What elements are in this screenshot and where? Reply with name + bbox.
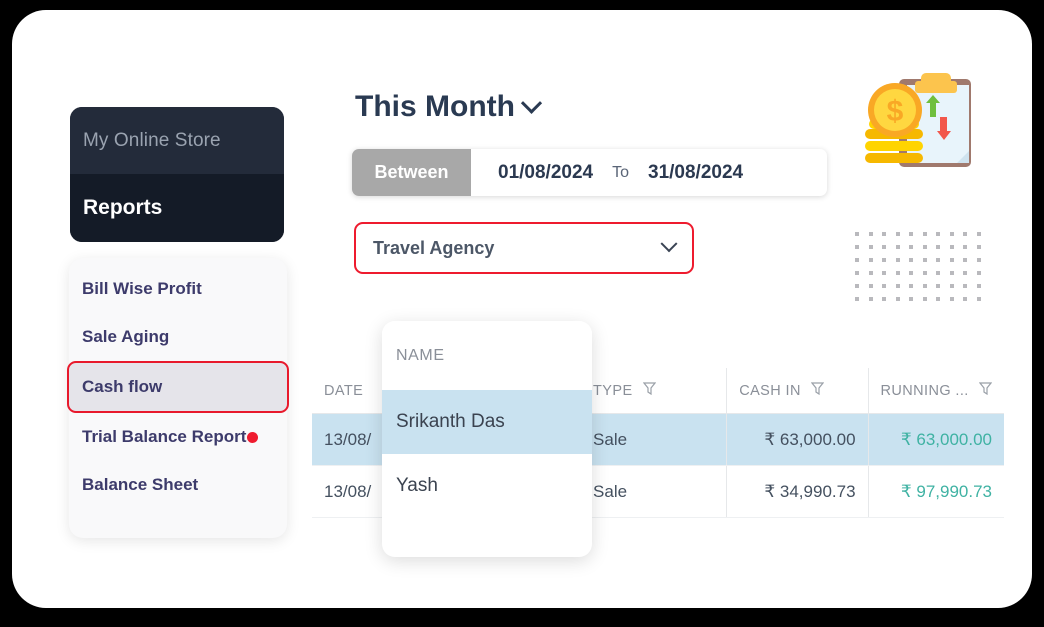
- date-range-control: Between 01/08/2024 To 31/08/2024: [352, 149, 827, 196]
- between-label: Between: [374, 162, 449, 182]
- sidebar-item-label: Trial Balance Report: [82, 427, 247, 446]
- popover-item-label: Srikanth Das: [396, 411, 505, 432]
- name-column-popover: NAME Srikanth Das Yash: [382, 321, 592, 557]
- column-header-cash-in[interactable]: CASH IN: [726, 368, 867, 413]
- between-mode-button[interactable]: Between: [352, 149, 471, 196]
- column-header-label: DATE: [324, 382, 364, 399]
- screenshot-root: My Online Store Reports Bill Wise Profit…: [0, 0, 1044, 627]
- filter-icon[interactable]: [810, 382, 825, 399]
- column-header-label: CASH IN: [739, 382, 801, 399]
- popover-header: NAME: [382, 321, 592, 390]
- filter-icon[interactable]: [642, 382, 656, 399]
- from-date-input[interactable]: 01/08/2024: [498, 162, 593, 184]
- column-header-label: TYPE: [593, 382, 633, 399]
- cell-running-balance: ₹ 63,000.00: [867, 414, 1004, 465]
- app-card: My Online Store Reports Bill Wise Profit…: [12, 10, 1032, 608]
- sidebar-item-label: Sale Aging: [82, 327, 170, 346]
- chevron-down-icon: [520, 92, 543, 114]
- store-name-label: My Online Store: [83, 129, 221, 151]
- cell-type: Sale: [580, 466, 726, 517]
- store-reports-panel: My Online Store Reports: [70, 107, 284, 242]
- popover-header-label: NAME: [396, 346, 445, 364]
- reports-section-label: Reports: [83, 196, 163, 219]
- decorative-dot-grid: [855, 232, 990, 310]
- reports-menu: Bill Wise Profit Sale Aging Cash flow Tr…: [67, 258, 289, 538]
- column-header-type[interactable]: TYPE: [580, 368, 726, 413]
- sidebar-item-label: Balance Sheet: [82, 475, 199, 494]
- chevron-down-icon: [660, 235, 678, 253]
- svg-text:$: $: [887, 95, 904, 128]
- filter-icon[interactable]: [978, 382, 992, 399]
- popover-item[interactable]: Yash: [382, 454, 592, 518]
- sidebar-item-sale-aging[interactable]: Sale Aging: [69, 313, 287, 361]
- column-header-label: RUNNING ...: [880, 382, 969, 399]
- sidebar-item-balance-sheet[interactable]: Balance Sheet: [69, 461, 287, 509]
- party-filter-value: Travel Agency: [373, 237, 495, 258]
- popover-item[interactable]: Srikanth Das: [382, 390, 592, 454]
- sidebar-item-label: Bill Wise Profit: [82, 279, 202, 298]
- sidebar-item-label: Cash flow: [82, 377, 163, 396]
- cell-cash-in: ₹ 63,000.00: [726, 414, 867, 465]
- date-range-values: 01/08/2024 To 31/08/2024: [471, 149, 827, 196]
- notification-dot-icon: [247, 431, 259, 443]
- party-filter-select[interactable]: Travel Agency: [354, 222, 694, 274]
- cell-running-balance: ₹ 97,990.73: [867, 466, 1004, 517]
- sidebar-item-cash-flow[interactable]: Cash flow: [67, 361, 289, 413]
- popover-item-label: Yash: [396, 475, 438, 496]
- to-date-input[interactable]: 31/08/2024: [648, 162, 743, 184]
- page-title: This Month: [355, 90, 515, 123]
- period-selector[interactable]: This Month: [355, 90, 543, 124]
- to-separator-label: To: [612, 163, 629, 181]
- reports-section-row[interactable]: Reports: [70, 174, 284, 242]
- sidebar-item-bill-wise-profit[interactable]: Bill Wise Profit: [69, 265, 287, 313]
- store-name-row[interactable]: My Online Store: [70, 107, 284, 174]
- cell-cash-in: ₹ 34,990.73: [726, 466, 867, 517]
- cash-flow-report-illustration: $: [857, 65, 982, 175]
- column-header-running-balance[interactable]: RUNNING ...: [867, 368, 1004, 413]
- sidebar-item-trial-balance-report[interactable]: Trial Balance Report: [69, 413, 287, 461]
- cell-type: Sale: [580, 414, 726, 465]
